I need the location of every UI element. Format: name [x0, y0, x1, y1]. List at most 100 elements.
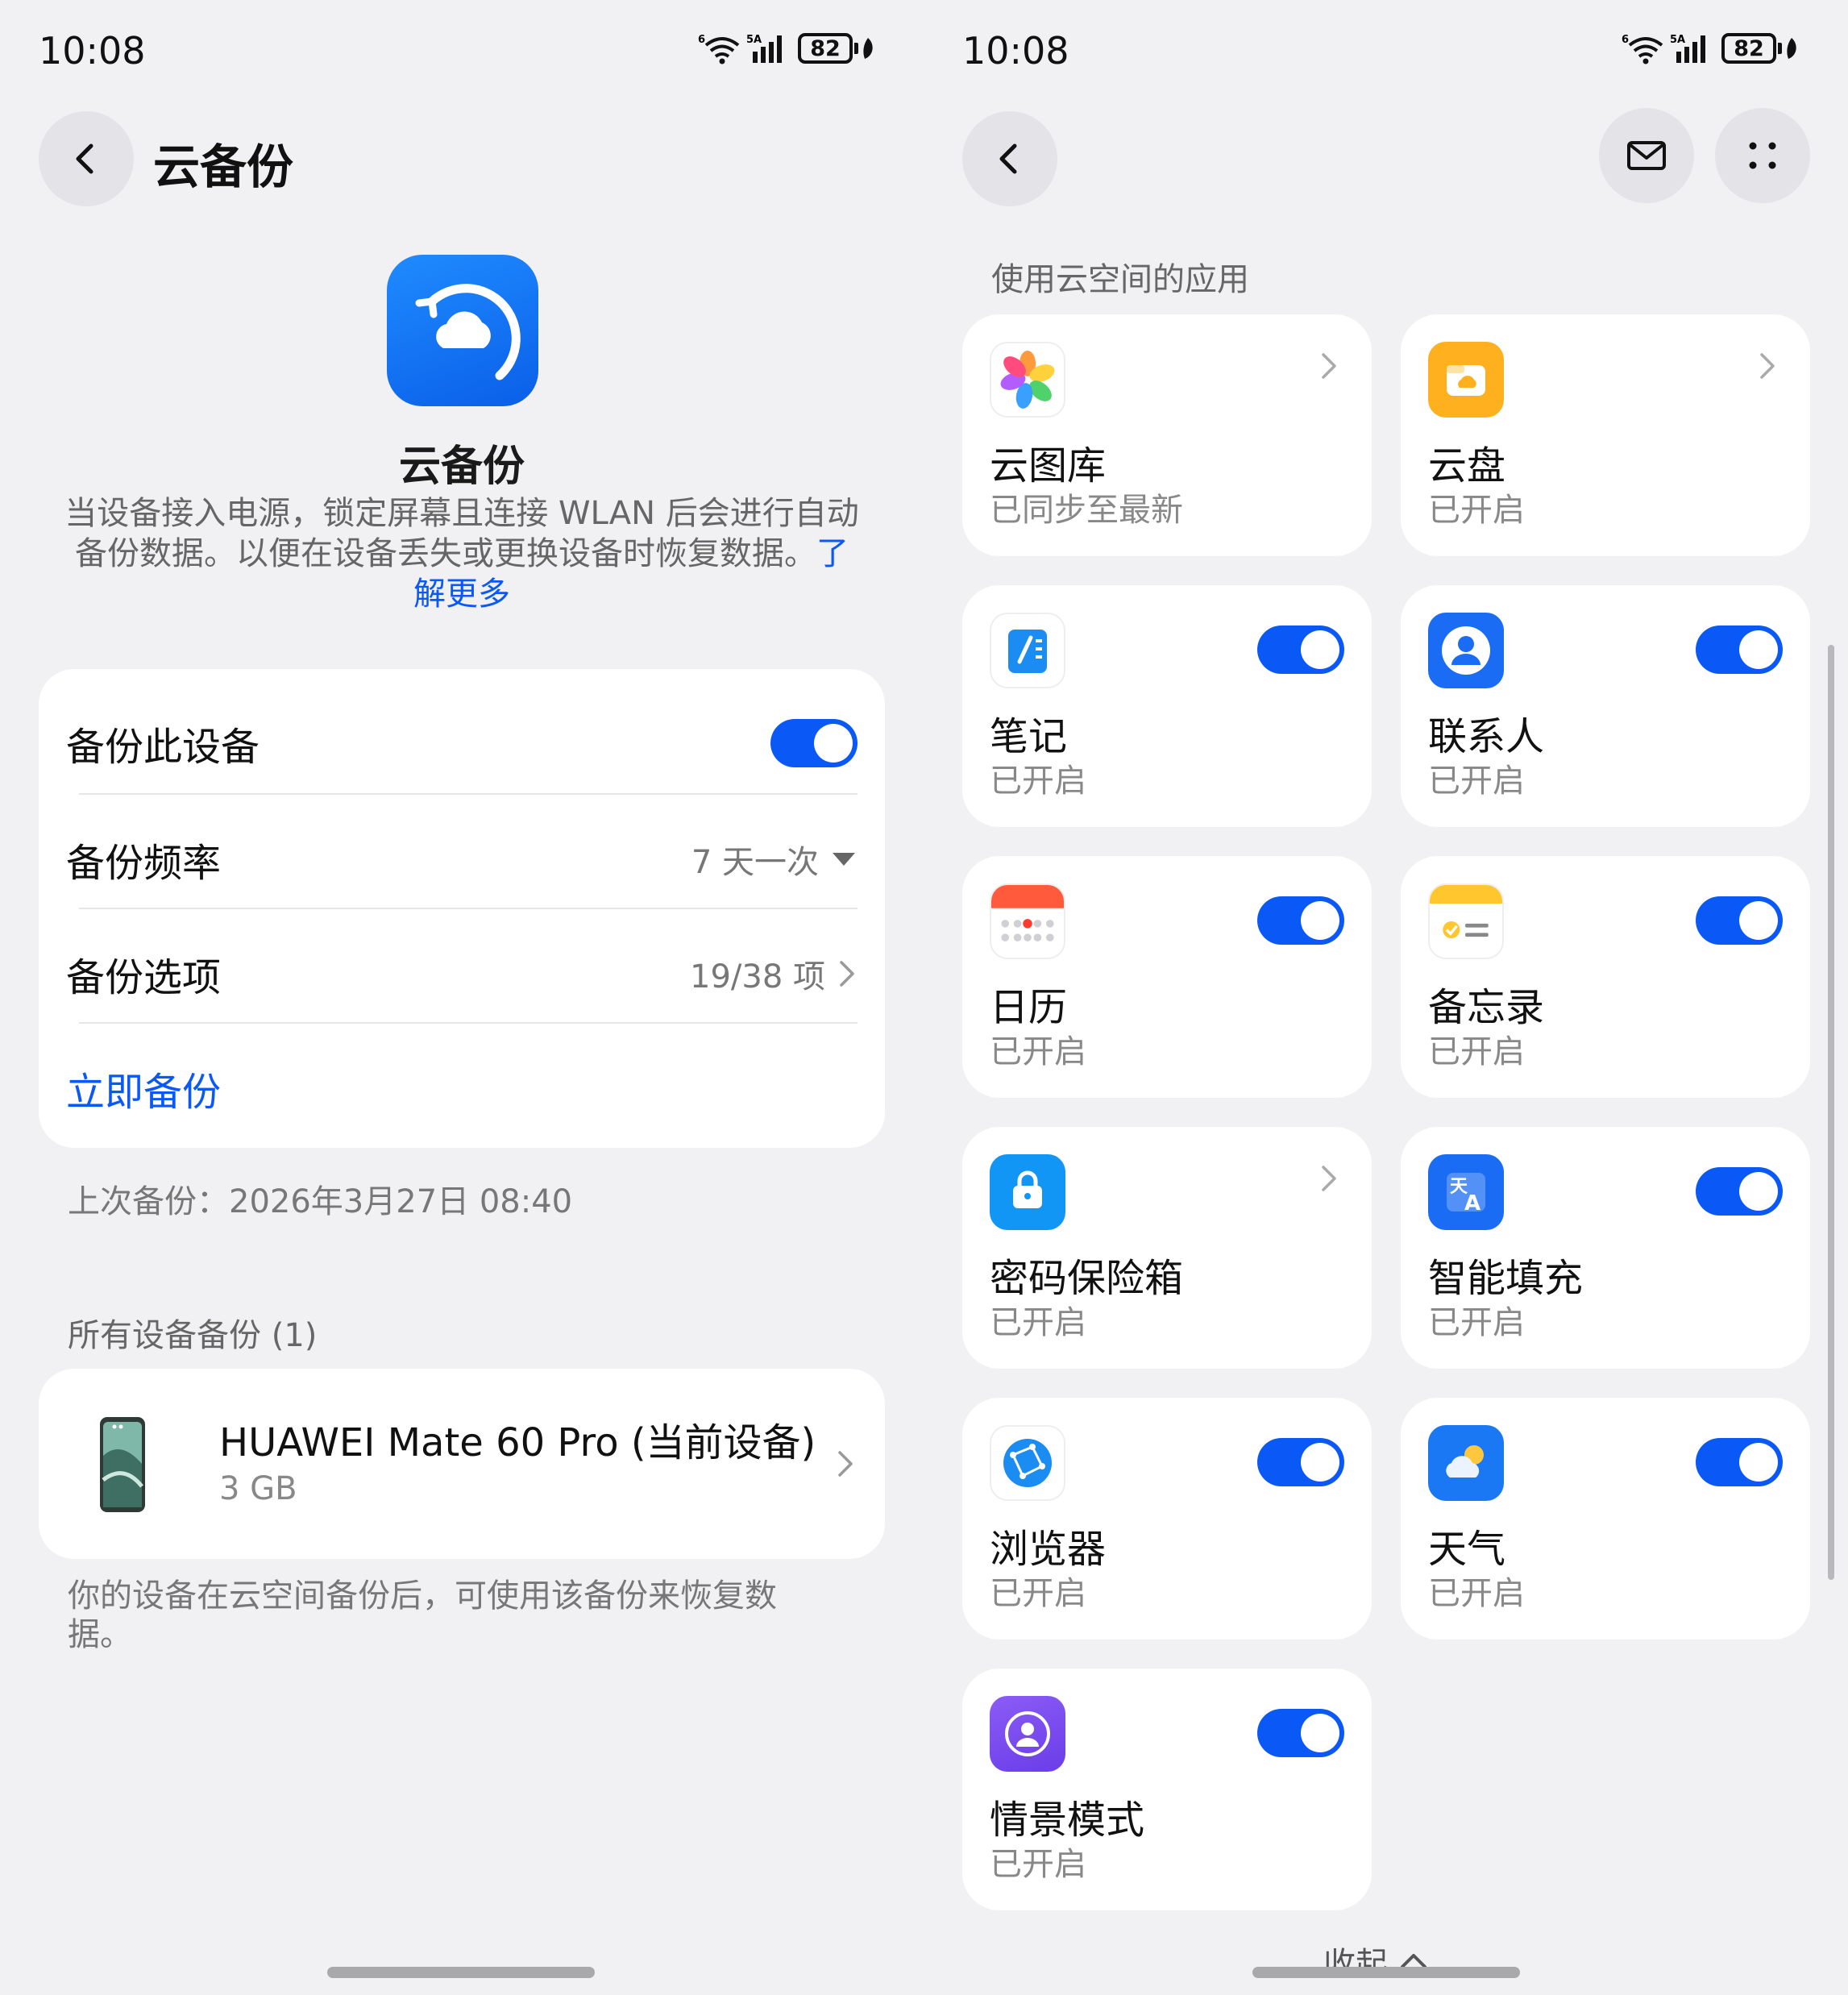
app-status: 已开启: [1428, 492, 1525, 529]
device-backup-item[interactable]: HUAWEI Mate 60 Pro (当前设备) 3 GB: [39, 1369, 885, 1559]
svg-text:6: 6: [698, 34, 705, 46]
app-status: 已开启: [990, 1846, 1086, 1883]
chevron-right-icon: [1322, 1166, 1336, 1191]
scenario-mode-sync-toggle[interactable]: [1257, 1709, 1344, 1757]
chevron-right-icon: [1760, 353, 1775, 379]
app-tile-notes[interactable]: 笔记 已开启: [962, 585, 1372, 827]
all-devices-header: 所有设备备份 (1): [68, 1317, 318, 1354]
contacts-icon: [1428, 613, 1504, 688]
wifi-icon: 6: [698, 34, 740, 64]
weather-sync-toggle[interactable]: [1696, 1438, 1783, 1486]
app-name: 联系人: [1428, 714, 1545, 759]
signal-icon: 5A: [746, 34, 782, 63]
app-name: 笔记: [990, 714, 1068, 759]
app-name: 云图库: [990, 443, 1107, 488]
browser-sync-toggle[interactable]: [1257, 1438, 1344, 1486]
cloud-backup-screen: 10:08 6 5A 82 云备份 云备份 当设备接入电源，锁定屏幕且连接 WL…: [0, 0, 924, 1995]
app-name: 密码保险箱: [990, 1256, 1184, 1301]
app-name: 云备份: [398, 443, 525, 491]
more-options-button[interactable]: [1715, 108, 1810, 203]
svg-text:A: A: [1464, 1191, 1480, 1216]
app-status: 已同步至最新: [990, 492, 1183, 529]
device-size: 3 GB: [219, 1470, 297, 1507]
contacts-sync-toggle[interactable]: [1696, 626, 1783, 674]
battery-level: 82: [1721, 33, 1776, 64]
notes-icon: [990, 613, 1065, 688]
app-tile-cloud-drive[interactable]: 云盘 已开启: [1401, 314, 1810, 556]
cloud-backup-app-icon: [387, 255, 538, 406]
autofill-sync-toggle[interactable]: [1696, 1167, 1783, 1216]
back-arrow-icon: [76, 143, 93, 174]
app-tile-calendar[interactable]: 日历 已开启: [962, 856, 1372, 1098]
page-title: 云备份: [153, 139, 294, 194]
app-name: 天气: [1428, 1527, 1506, 1572]
dropdown-triangle-icon: [833, 853, 855, 866]
backup-device-toggle[interactable]: [770, 719, 858, 767]
back-button[interactable]: [962, 111, 1057, 206]
app-tile-browser[interactable]: 浏览器 已开启: [962, 1398, 1372, 1640]
back-button[interactable]: [39, 111, 134, 206]
app-tile-scenario-mode[interactable]: 情景模式 已开启: [962, 1669, 1372, 1910]
app-tile-weather[interactable]: 天气 已开启: [1401, 1398, 1810, 1640]
backup-now-button[interactable]: 立即备份: [66, 1060, 221, 1116]
app-status: 已开启: [990, 1304, 1086, 1341]
status-time: 10:08: [962, 29, 1069, 73]
apps-section-header: 使用云空间的应用: [991, 261, 1249, 298]
backup-settings-card: 备份此设备 备份频率 7 天一次 备份选项 19/38 项 立即备份: [39, 669, 885, 1148]
status-icons: 6 5A 82: [698, 32, 875, 64]
app-tile-password-vault[interactable]: 密码保险箱 已开启: [962, 1127, 1372, 1369]
backup-frequency-label: 备份频率: [66, 841, 222, 886]
notes-sync-toggle[interactable]: [1257, 626, 1344, 674]
app-status: 已开启: [1428, 1575, 1525, 1612]
wifi-icon: 6: [1622, 34, 1663, 64]
app-status: 已开启: [990, 763, 1086, 800]
backup-now-row[interactable]: 立即备份: [66, 1056, 858, 1120]
memo-sync-toggle[interactable]: [1696, 896, 1783, 945]
browser-icon: [990, 1425, 1065, 1501]
backup-device-label: 备份此设备: [66, 725, 260, 770]
home-indicator[interactable]: [1252, 1967, 1520, 1978]
chevron-right-icon: [840, 961, 854, 987]
app-name: 云盘: [1428, 443, 1506, 488]
phone-device-icon: [100, 1417, 145, 1512]
app-tile-gallery[interactable]: 云图库 已同步至最新: [962, 314, 1372, 556]
calendar-icon: [990, 883, 1065, 959]
app-name: 情景模式: [990, 1798, 1145, 1843]
app-description-text: 当设备接入电源，锁定屏幕且连接 WLAN 后会进行自动备份数据。以便在设备丢失或…: [64, 495, 859, 572]
backup-device-row[interactable]: 备份此设备: [66, 711, 858, 775]
more-dots-icon: [1749, 142, 1776, 169]
backup-frequency-value: 7 天一次: [691, 844, 819, 881]
scrollbar[interactable]: [1828, 645, 1834, 1580]
svg-text:6: 6: [1622, 34, 1629, 46]
weather-icon: [1428, 1425, 1504, 1501]
calendar-sync-toggle[interactable]: [1257, 896, 1344, 945]
app-name: 日历: [990, 985, 1068, 1030]
cloud-apps-screen: 10:08 6 5A 82 使用云空间的应用 云图库 已同步至最新 云盘 已开启…: [924, 0, 1848, 1995]
app-name: 智能填充: [1428, 1256, 1584, 1301]
footer-note: 你的设备在云空间备份后，可使用该备份来恢复数据。: [68, 1577, 777, 1653]
memo-icon: [1428, 883, 1504, 959]
app-status: 已开启: [990, 1575, 1086, 1612]
app-status: 已开启: [1428, 763, 1525, 800]
gallery-icon: [990, 342, 1065, 418]
autofill-icon: 天A: [1428, 1154, 1504, 1230]
home-indicator[interactable]: [327, 1967, 595, 1978]
app-status: 已开启: [1428, 1033, 1525, 1070]
backup-options-row[interactable]: 备份选项 19/38 项: [66, 941, 858, 1006]
messages-button[interactable]: [1599, 108, 1694, 203]
cloud-drive-icon: [1428, 342, 1504, 418]
app-tile-memo[interactable]: 备忘录 已开启: [1401, 856, 1810, 1098]
svg-text:5A: 5A: [746, 34, 762, 46]
battery-icon: 82: [1721, 33, 1799, 64]
backup-frequency-row[interactable]: 备份频率 7 天一次: [66, 827, 858, 892]
app-tile-contacts[interactable]: 联系人 已开启: [1401, 585, 1810, 827]
chevron-right-icon: [838, 1451, 853, 1477]
mail-icon: [1627, 141, 1666, 170]
back-arrow-icon: [999, 143, 1017, 174]
scenario-mode-icon: [990, 1696, 1065, 1772]
app-description: 当设备接入电源，锁定屏幕且连接 WLAN 后会进行自动备份数据。以便在设备丢失或…: [64, 493, 859, 614]
last-backup-time: 上次备份：2026年3月27日 08:40: [68, 1183, 573, 1220]
status-icons: 6 5A 82: [1622, 32, 1799, 64]
app-tile-autofill[interactable]: 天A 智能填充 已开启: [1401, 1127, 1810, 1369]
app-name: 备忘录: [1428, 985, 1545, 1030]
